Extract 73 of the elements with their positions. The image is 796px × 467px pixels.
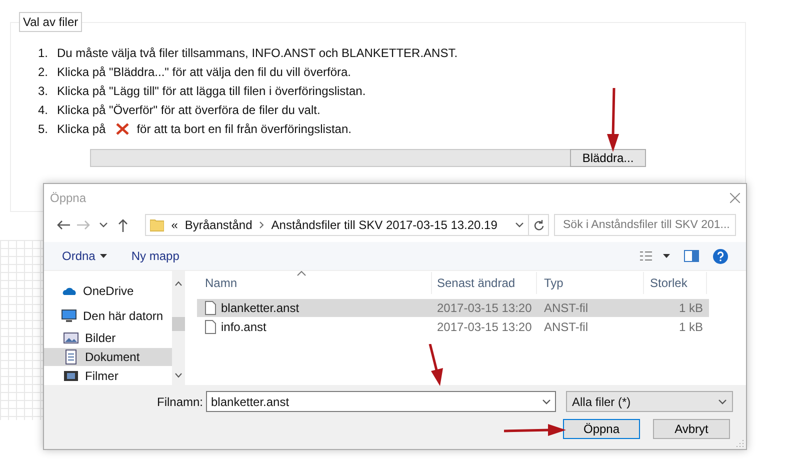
step-text: Klicka på "Bläddra..." för att välja den fil du vill överföra. bbox=[57, 65, 351, 79]
scroll-down-icon[interactable] bbox=[175, 373, 182, 378]
toolbar-button[interactable]: Ordna bbox=[62, 249, 108, 263]
step-text: Klicka på bbox=[57, 122, 106, 136]
modified-cell-text: 2017-03-15 13:20 bbox=[436, 320, 533, 334]
view-options-icon[interactable] bbox=[640, 251, 670, 261]
size-cell-text: 1 kB bbox=[678, 320, 704, 334]
caret-icon bbox=[100, 254, 108, 258]
type-cell-text: ANST-fil bbox=[543, 320, 590, 334]
folder-icon bbox=[150, 218, 164, 232]
documents-icon bbox=[63, 348, 79, 365]
close-icon[interactable] bbox=[730, 193, 740, 203]
file-name-field[interactable]: blanketter.anst bbox=[206, 391, 556, 412]
dropdown-caret-icon bbox=[515, 222, 524, 228]
annotation-arrow bbox=[606, 88, 620, 152]
scroll-up-icon[interactable] bbox=[175, 281, 182, 286]
resize-grip-icon[interactable] bbox=[736, 439, 744, 447]
help-icon[interactable] bbox=[713, 248, 728, 264]
dialog-title: Öppna bbox=[50, 191, 86, 205]
nav-item[interactable]: Bilder bbox=[44, 328, 172, 348]
up-icon[interactable] bbox=[118, 218, 128, 232]
step-text: Du måste välja två filer tillsammans, INFO.ANST och BLANKETTER.ANST. bbox=[57, 46, 458, 60]
dialog-button[interactable]: Öppna bbox=[563, 419, 640, 439]
dropdown-caret-icon bbox=[718, 398, 727, 404]
step-number: 2. bbox=[38, 65, 50, 79]
scrollbar-thumb[interactable] bbox=[172, 317, 185, 331]
nav-item[interactable]: OneDrive bbox=[44, 279, 172, 304]
file-icon bbox=[205, 320, 216, 334]
file-icon bbox=[205, 301, 216, 315]
nav-item[interactable]: Filmer bbox=[44, 366, 172, 385]
address-bar[interactable]: « Byråanstånd Anståndsfiler till SKV 2017-03-15 13.20.19 bbox=[145, 214, 530, 236]
nav-item[interactable]: Den här datorn bbox=[44, 304, 172, 329]
column-header[interactable]: Namn bbox=[197, 272, 432, 294]
step-text: Klicka på "Överför" för att överföra de filer du valt. bbox=[57, 103, 320, 117]
modified-cell-text: 2017-03-15 13:20 bbox=[436, 301, 533, 315]
section-legend: Val av filer bbox=[19, 12, 82, 32]
dropdown-caret-icon bbox=[542, 398, 551, 404]
file-name: info.anst bbox=[221, 320, 266, 334]
step-number: 4. bbox=[38, 103, 50, 117]
step-text: för att ta bort en fil från överföringslistan. bbox=[136, 122, 352, 136]
computer-icon bbox=[61, 308, 77, 324]
type-cell-text: ANST-fil bbox=[543, 301, 590, 315]
search-field[interactable]: Sök i Anståndsfiler till SKV 201... bbox=[554, 214, 736, 236]
browse-button[interactable]: Bläddra... bbox=[570, 149, 646, 167]
scrollbar[interactable] bbox=[172, 271, 185, 385]
annotation-arrow bbox=[504, 423, 566, 437]
toolbar-button[interactable]: Ny mapp bbox=[131, 249, 180, 263]
step-number: 5. bbox=[38, 122, 50, 136]
file-name: blanketter.anst bbox=[221, 301, 300, 315]
dialog-button[interactable]: Avbryt bbox=[653, 419, 730, 439]
size-cell-text: 1 kB bbox=[678, 301, 704, 315]
file-row[interactable]: info.anst 2017-03-15 13:20 ANST-fil 1 kB bbox=[197, 318, 709, 336]
file-row[interactable]: blanketter.anst 2017-03-15 13:20 ANST-fil 1 kB bbox=[197, 299, 709, 317]
column-header[interactable]: Typ bbox=[537, 272, 644, 294]
step-text: Klicka på "Lägg till" för att lägga till filen i överföringslistan. bbox=[57, 84, 366, 98]
step-number: 1. bbox=[38, 46, 50, 60]
pictures-icon bbox=[63, 330, 79, 346]
delete-icon bbox=[116, 123, 129, 135]
sort-caret-icon bbox=[297, 271, 306, 276]
back-icon[interactable] bbox=[57, 220, 70, 230]
column-header[interactable]: Senast ändrad bbox=[432, 272, 537, 294]
step-number: 3. bbox=[38, 84, 50, 98]
refresh-icon bbox=[533, 220, 544, 230]
preview-pane-icon[interactable] bbox=[684, 250, 699, 262]
column-header[interactable]: Storlek bbox=[644, 272, 707, 294]
separator-icon bbox=[259, 221, 264, 229]
file-type-dropdown[interactable]: Alla filer (*) bbox=[566, 391, 733, 412]
file-name-label: Filnamn: bbox=[156, 394, 204, 408]
refresh-button[interactable] bbox=[529, 214, 550, 236]
nav-item[interactable]: Dokument bbox=[44, 348, 172, 366]
annotation-arrow bbox=[428, 344, 444, 386]
history-caret-icon bbox=[98, 222, 108, 228]
file-path-field[interactable] bbox=[90, 149, 570, 167]
